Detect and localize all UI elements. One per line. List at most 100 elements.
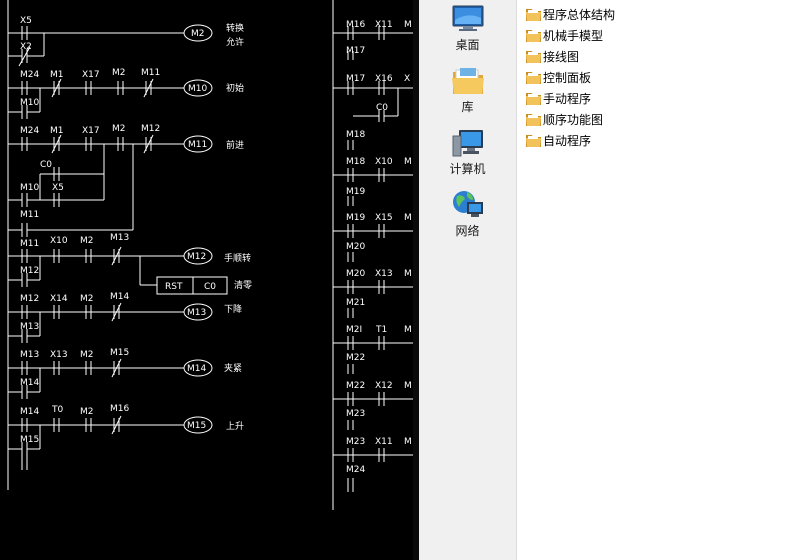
contact-label: M xyxy=(404,381,412,391)
folder-icon xyxy=(526,29,541,42)
contact-label: M15 xyxy=(110,348,129,358)
contact-label: M14 xyxy=(20,407,39,417)
contact-label: X13 xyxy=(375,269,393,279)
contact-label: X17 xyxy=(82,126,100,136)
nav-item-computer[interactable]: 计算机 xyxy=(419,128,516,177)
nav-label: 桌面 xyxy=(455,38,480,52)
rung-comment: 允许 xyxy=(226,36,244,48)
contact-label: M23 xyxy=(346,437,365,447)
contact-label: M14 xyxy=(110,292,129,302)
coil-label: M15 xyxy=(187,421,206,431)
nav-label: 计算机 xyxy=(449,162,486,176)
nav-label: 库 xyxy=(461,100,474,114)
contact-label: X5 xyxy=(20,16,32,26)
contact-label: M19 xyxy=(346,187,365,197)
rung-comment: 转换 xyxy=(226,22,244,34)
contact-label: M xyxy=(404,325,412,335)
contact-label: X11 xyxy=(375,20,393,30)
contact-label: C0 xyxy=(40,160,52,170)
file-list[interactable]: 程序总体结构 机械手模型 接线图 控制面板 手动程序 顺序功能图 自动程序 xyxy=(517,0,805,560)
contact-label: M2 xyxy=(80,236,94,246)
contact-label: M18 xyxy=(346,157,365,167)
ladder-diagram-panel[interactable]: X5 X2 M2 转换 允许 M24 M1 X17 M2 M11 M10 M10… xyxy=(0,0,413,560)
contact-label: M xyxy=(404,269,412,279)
contact-label: M13 xyxy=(20,350,39,360)
contact-label: M xyxy=(404,157,412,167)
computer-icon xyxy=(452,130,483,157)
folder-name: 程序总体结构 xyxy=(543,7,616,22)
contact-label: M2 xyxy=(80,407,94,417)
contact-label: X2 xyxy=(20,42,32,52)
folder-name: 自动程序 xyxy=(543,133,592,148)
rung-comment: 前进 xyxy=(226,139,244,151)
contact-label: X10 xyxy=(50,236,68,246)
folder-item[interactable]: 顺序功能图 xyxy=(526,110,603,128)
contact-label: M11 xyxy=(20,239,39,249)
folder-icon xyxy=(526,8,541,21)
contact-label: X14 xyxy=(50,294,68,304)
folder-name: 手动程序 xyxy=(543,91,592,106)
contact-label: M2 xyxy=(80,294,94,304)
rung-comment: 上升 xyxy=(226,421,244,432)
contact-label: M xyxy=(404,20,412,30)
folder-item[interactable]: 机械手模型 xyxy=(526,26,603,44)
contact-label: M20 xyxy=(346,242,365,252)
folder-icon xyxy=(526,113,541,126)
contact-label: M2 xyxy=(112,124,126,134)
contact-label: M16 xyxy=(110,404,129,414)
contact-label: T1 xyxy=(375,325,387,335)
navigation-pane[interactable]: 桌面 库 计算机 网络 xyxy=(419,0,517,560)
contact-label: M10 xyxy=(20,98,39,108)
contact-label: M24 xyxy=(20,70,39,80)
folder-item[interactable]: 程序总体结构 xyxy=(526,5,615,23)
coil-label: M14 xyxy=(187,364,206,374)
contact-label: M2I xyxy=(346,325,362,335)
contact-label: M23 xyxy=(346,409,365,419)
contact-label: M22 xyxy=(346,353,365,363)
contact-label: M20 xyxy=(346,269,365,279)
nav-item-desktop[interactable]: 桌面 xyxy=(419,4,516,53)
rung-m2 xyxy=(8,24,213,67)
contact-label: M xyxy=(404,213,412,223)
contact-label: M2 xyxy=(80,350,94,360)
folder-item[interactable]: 接线图 xyxy=(526,47,579,65)
contact-label: M21 xyxy=(346,298,365,308)
desktop-icon xyxy=(452,5,483,31)
folder-icon xyxy=(526,50,541,63)
contact-label: M1 xyxy=(50,126,64,136)
nav-item-network[interactable]: 网络 xyxy=(419,188,516,239)
contact-label: M11 xyxy=(141,68,160,78)
contact-label: X11 xyxy=(375,437,393,447)
rung-comment: 初始 xyxy=(226,82,244,94)
coil-label: M2 xyxy=(191,29,205,39)
folder-item[interactable]: 自动程序 xyxy=(526,131,591,149)
contact-label: M22 xyxy=(346,381,365,391)
folder-icon xyxy=(526,134,541,147)
contact-label: M12 xyxy=(20,294,39,304)
nav-item-library[interactable]: 库 xyxy=(419,66,516,115)
rung-comment: 夹紧 xyxy=(224,362,242,374)
folder-icon xyxy=(526,71,541,84)
folder-name: 接线图 xyxy=(543,49,580,64)
contact-label: M15 xyxy=(20,435,39,445)
contact-label: M xyxy=(404,437,412,447)
contact-label: M24 xyxy=(346,465,365,475)
ladder-diagram: X5 X2 M2 转换 允许 M24 M1 X17 M2 M11 M10 M10… xyxy=(7,0,413,510)
contact-label: X16 xyxy=(375,74,393,84)
contact-label: M10 xyxy=(20,183,39,193)
contact-label: X12 xyxy=(375,381,393,391)
contact-label: X15 xyxy=(375,213,393,223)
instruction-label: RST xyxy=(165,282,183,292)
contact-label: X10 xyxy=(375,157,393,167)
contact-label: X17 xyxy=(82,70,100,80)
coil-label: M13 xyxy=(187,308,206,318)
contact-label: M16 xyxy=(346,20,365,30)
folder-item[interactable]: 控制面板 xyxy=(526,68,591,86)
contact-label: M13 xyxy=(20,322,39,332)
contact-label: X xyxy=(404,74,410,84)
contact-label: M12 xyxy=(141,124,160,134)
folder-name: 机械手模型 xyxy=(543,28,604,43)
folder-item[interactable]: 手动程序 xyxy=(526,89,591,107)
contact-label: X5 xyxy=(52,183,64,193)
coil-label: M11 xyxy=(188,140,207,150)
